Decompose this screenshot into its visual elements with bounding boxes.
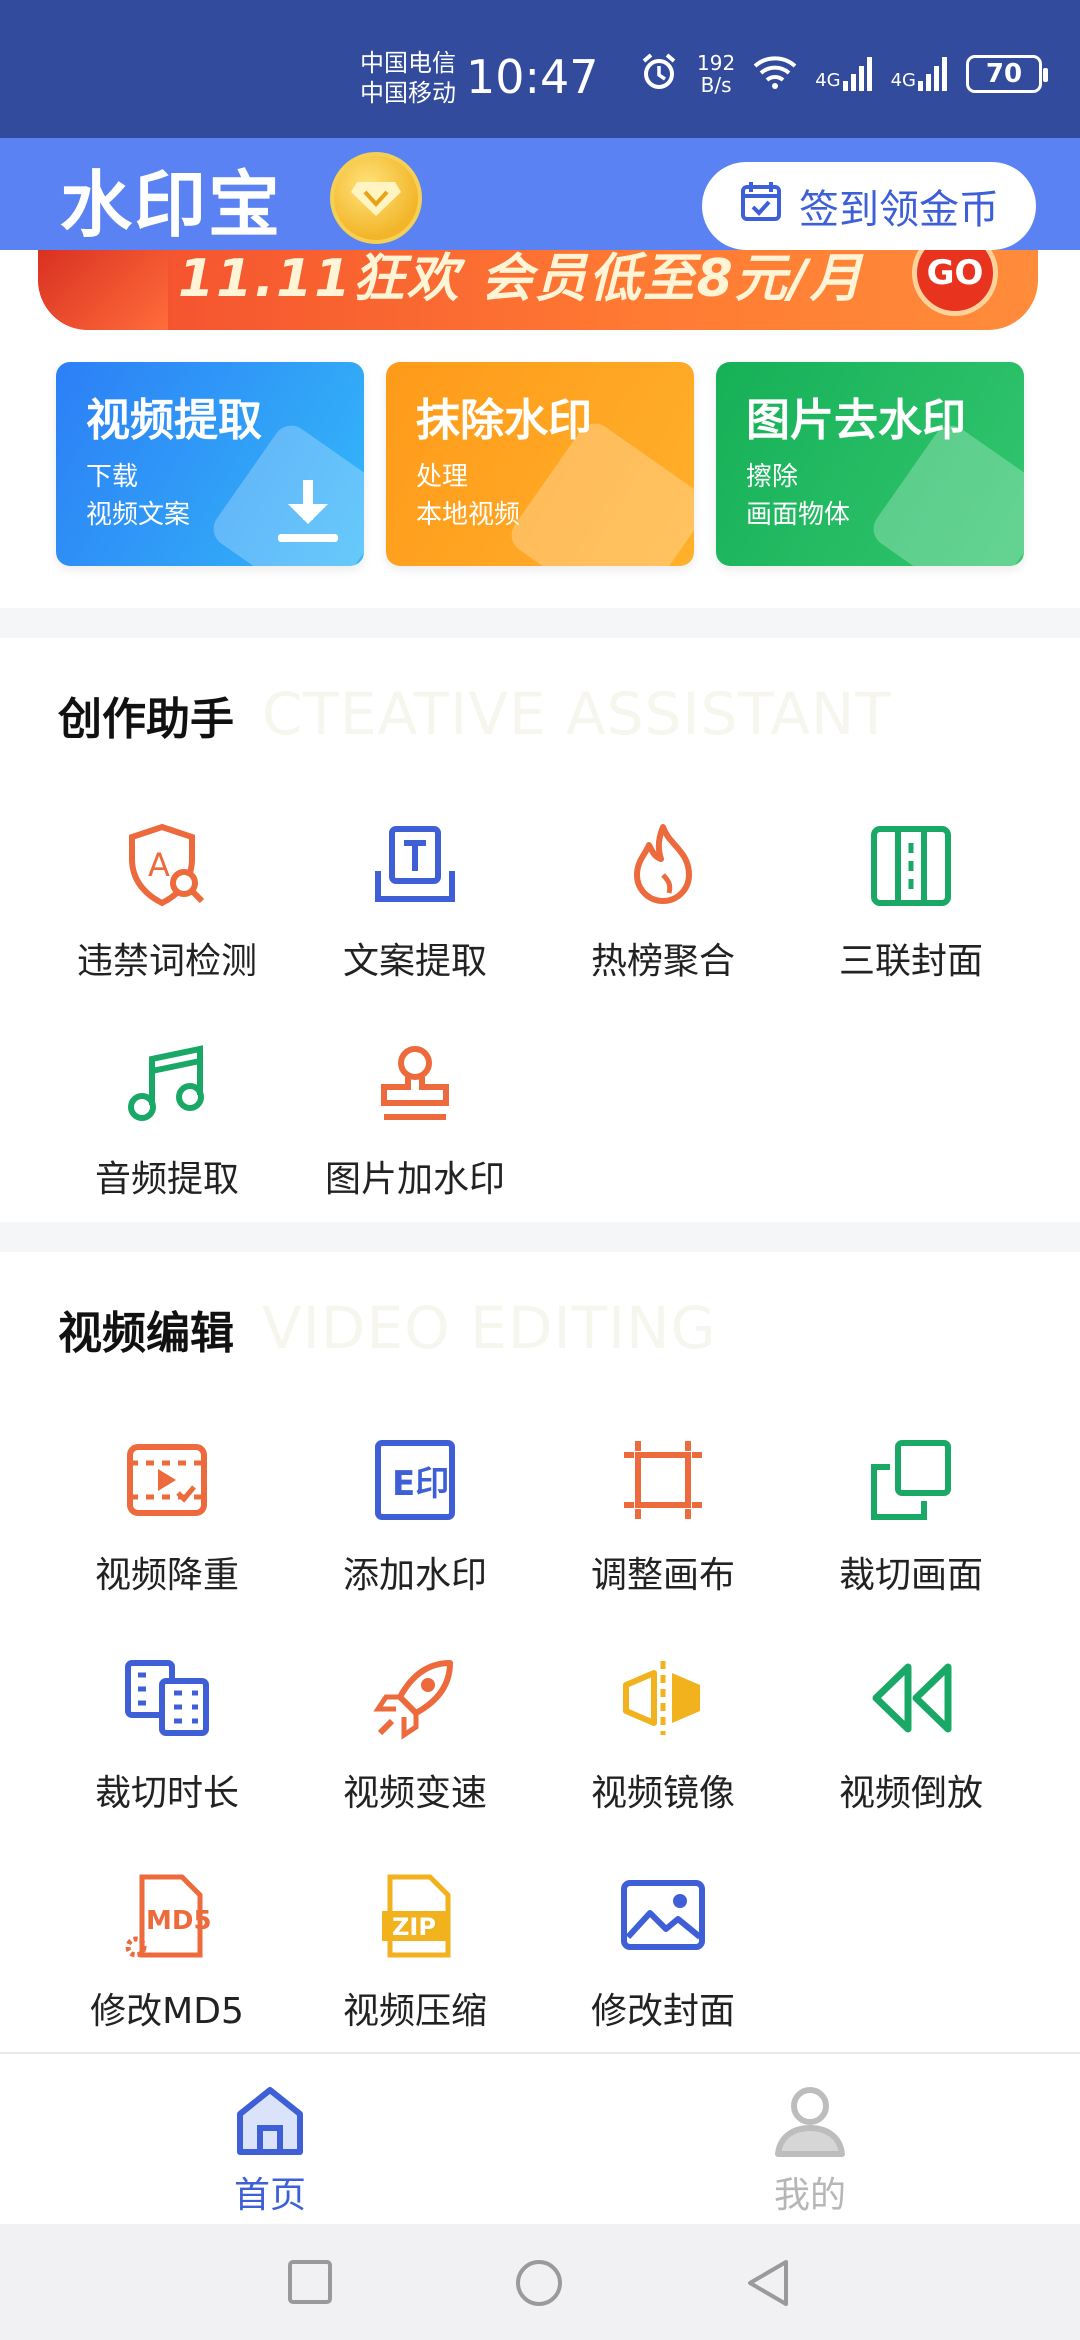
film-trim-icon: [117, 1648, 217, 1748]
tool-image-watermark[interactable]: 图片加水印: [280, 1034, 550, 1214]
nav-home-label: 首页: [233, 2175, 306, 2216]
tool-crop-frame[interactable]: 裁切画面: [776, 1430, 1046, 1610]
section-header-video: 视频编辑 VIDEO EDITING: [58, 1294, 716, 1362]
card-title: 抹除水印: [416, 395, 592, 446]
wifi-icon: [753, 54, 797, 94]
svg-text:A: A: [148, 846, 170, 884]
shield-search-icon: A: [117, 816, 217, 916]
clock: 10:47: [466, 50, 599, 104]
user-icon: [772, 2087, 848, 2162]
feature-cards: 视频提取 下载 视频文案 抹除水印 处理 本地视频 图片去水印 擦除 画面物体: [56, 362, 1024, 566]
tool-hot-list[interactable]: 热榜聚合: [528, 816, 798, 996]
download-icon: [268, 472, 348, 556]
crop-frame-icon: [861, 1430, 961, 1530]
bottom-nav: 首页 我的: [0, 2052, 1080, 2224]
signal-icon-1: 4G: [815, 57, 872, 91]
section-title: 创作助手: [58, 694, 234, 745]
net-speed: 192 B/s: [697, 51, 736, 97]
back-triangle-icon[interactable]: [744, 2258, 792, 2312]
nav-mine[interactable]: 我的: [710, 2082, 910, 2218]
tool-video-compress[interactable]: ZIP 视频压缩: [280, 1866, 550, 2046]
tool-modify-md5[interactable]: MD5 修改MD5: [32, 1866, 302, 2046]
tool-text-extract[interactable]: 文案提取: [280, 816, 550, 996]
card-title: 图片去水印: [746, 395, 966, 446]
text-extract-icon: [365, 816, 465, 916]
mirror-icon: [613, 1648, 713, 1748]
card-video-extract[interactable]: 视频提取 下载 视频文案: [56, 362, 364, 566]
svg-text:ZIP: ZIP: [392, 1913, 436, 1941]
rocket-icon: [365, 1648, 465, 1748]
section-divider: [0, 1222, 1080, 1252]
card-title: 视频提取: [86, 395, 262, 446]
tool-adjust-canvas[interactable]: 调整画布: [528, 1430, 798, 1610]
image-icon: [613, 1866, 713, 1966]
card-image-dewatermark[interactable]: 图片去水印 擦除 画面物体: [716, 362, 1024, 566]
md5-file-icon: MD5: [117, 1866, 217, 1966]
tool-video-speed[interactable]: 视频变速: [280, 1648, 550, 1828]
svg-text:MD5: MD5: [146, 1906, 212, 1936]
carrier-2: 中国移动: [360, 79, 456, 107]
tool-modify-cover[interactable]: 修改封面: [528, 1866, 798, 2046]
tool-audio-extract[interactable]: 音频提取: [32, 1034, 302, 1214]
svg-text:E印: E印: [392, 1464, 449, 1504]
stamp-icon: [365, 1034, 465, 1134]
checkin-button[interactable]: 签到领金币: [702, 162, 1036, 250]
tool-add-watermark[interactable]: E印 添加水印: [280, 1430, 550, 1610]
recent-apps-icon[interactable]: [286, 2258, 334, 2310]
tool-trim-duration[interactable]: 裁切时长: [32, 1648, 302, 1828]
tool-video-dedup[interactable]: 视频降重: [32, 1430, 302, 1610]
triple-cover-icon: [861, 816, 961, 916]
music-note-icon: [117, 1034, 217, 1134]
alarm-icon: [639, 52, 679, 96]
nav-mine-label: 我的: [773, 2175, 846, 2216]
home-icon: [232, 2087, 308, 2162]
video-dedup-icon: [117, 1430, 217, 1530]
section-header-creative: 创作助手 CTEATIVE ASSISTANT: [58, 680, 892, 748]
rewind-icon: [861, 1648, 961, 1748]
zip-file-icon: ZIP: [365, 1866, 465, 1966]
status-icons: 192 B/s 4G 4G 70: [639, 51, 1048, 97]
vip-diamond-icon[interactable]: [330, 152, 422, 244]
section-en-title: VIDEO EDITING: [262, 1294, 717, 1362]
tool-banned-words[interactable]: A 违禁词检测: [32, 816, 302, 996]
section-title: 视频编辑: [58, 1308, 234, 1359]
app-title: 水印宝: [60, 163, 283, 247]
system-nav-bar: [0, 2224, 1080, 2340]
fire-icon: [613, 816, 713, 916]
crop-canvas-icon: [613, 1430, 713, 1530]
section-divider: [0, 608, 1080, 638]
home-circle-icon[interactable]: [514, 2258, 564, 2312]
battery-indicator: 70: [966, 55, 1048, 93]
nav-home[interactable]: 首页: [170, 2082, 370, 2218]
section-en-title: CTEATIVE ASSISTANT: [262, 680, 892, 748]
app-header: 水印宝 签到领金币: [0, 138, 1080, 250]
status-bar: 中国电信 中国移动 10:47 192 B/s 4G 4G 70: [0, 0, 1080, 138]
signal-icon-2: 4G: [891, 57, 948, 91]
carrier-info: 中国电信 中国移动: [360, 48, 456, 108]
add-watermark-icon: E印: [365, 1430, 465, 1530]
card-remove-watermark[interactable]: 抹除水印 处理 本地视频: [386, 362, 694, 566]
calendar-check-icon: [739, 179, 783, 233]
checkin-label: 签到领金币: [799, 187, 999, 233]
tool-triple-cover[interactable]: 三联封面: [776, 816, 1046, 996]
carrier-1: 中国电信: [360, 49, 456, 77]
tool-video-reverse[interactable]: 视频倒放: [776, 1648, 1046, 1828]
tool-video-mirror[interactable]: 视频镜像: [528, 1648, 798, 1828]
